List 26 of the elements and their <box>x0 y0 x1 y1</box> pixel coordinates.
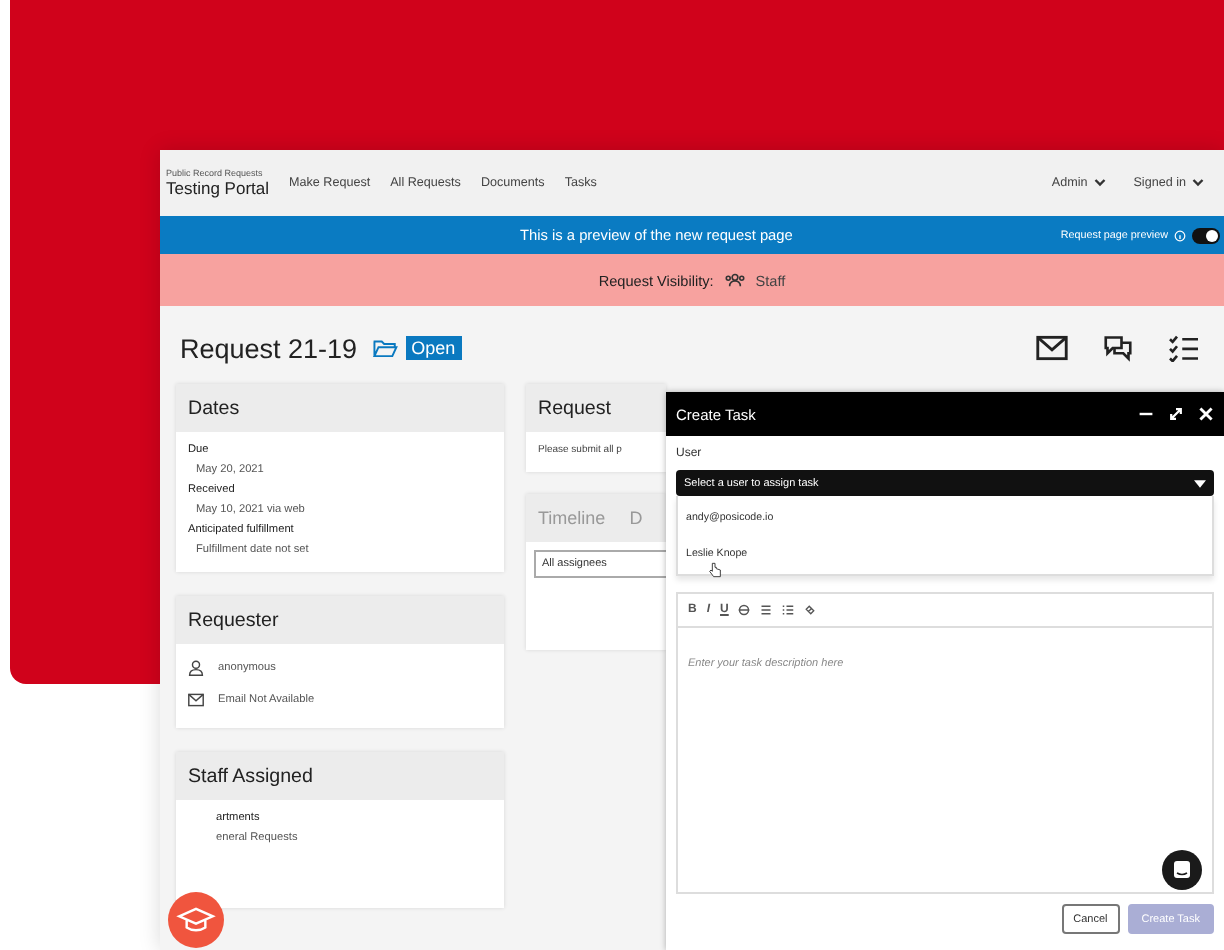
card-title: Request <box>538 397 611 419</box>
folder-icon <box>371 338 398 358</box>
info-icon <box>1174 229 1186 241</box>
close-icon[interactable] <box>1198 406 1214 422</box>
chevron-icon <box>1192 178 1204 188</box>
status-badge: Open <box>405 336 462 360</box>
people-icon <box>723 272 746 288</box>
card-title: Dates <box>188 397 240 419</box>
mail-icon[interactable] <box>1036 334 1068 362</box>
toggle-switch[interactable] <box>1192 227 1220 243</box>
chat-launcher-icon[interactable] <box>1162 850 1202 890</box>
card-title: Staff Assigned <box>188 765 313 787</box>
card-title: Requester <box>188 609 279 631</box>
strikethrough-icon[interactable] <box>738 604 751 616</box>
person-icon <box>188 660 204 676</box>
request-title: Request 21-19 <box>180 333 358 363</box>
numbered-list-icon[interactable] <box>782 604 795 616</box>
mail-icon <box>188 692 204 708</box>
expand-icon[interactable] <box>1168 406 1184 422</box>
chat-icon[interactable] <box>1102 334 1134 362</box>
brand-title[interactable]: Testing Portal <box>166 180 269 197</box>
list-icon[interactable] <box>760 604 773 616</box>
caret-icon <box>1194 479 1206 487</box>
chevron-icon <box>1093 178 1106 188</box>
graduation-cap-icon[interactable] <box>168 892 224 948</box>
checklist-icon[interactable] <box>1168 334 1200 362</box>
